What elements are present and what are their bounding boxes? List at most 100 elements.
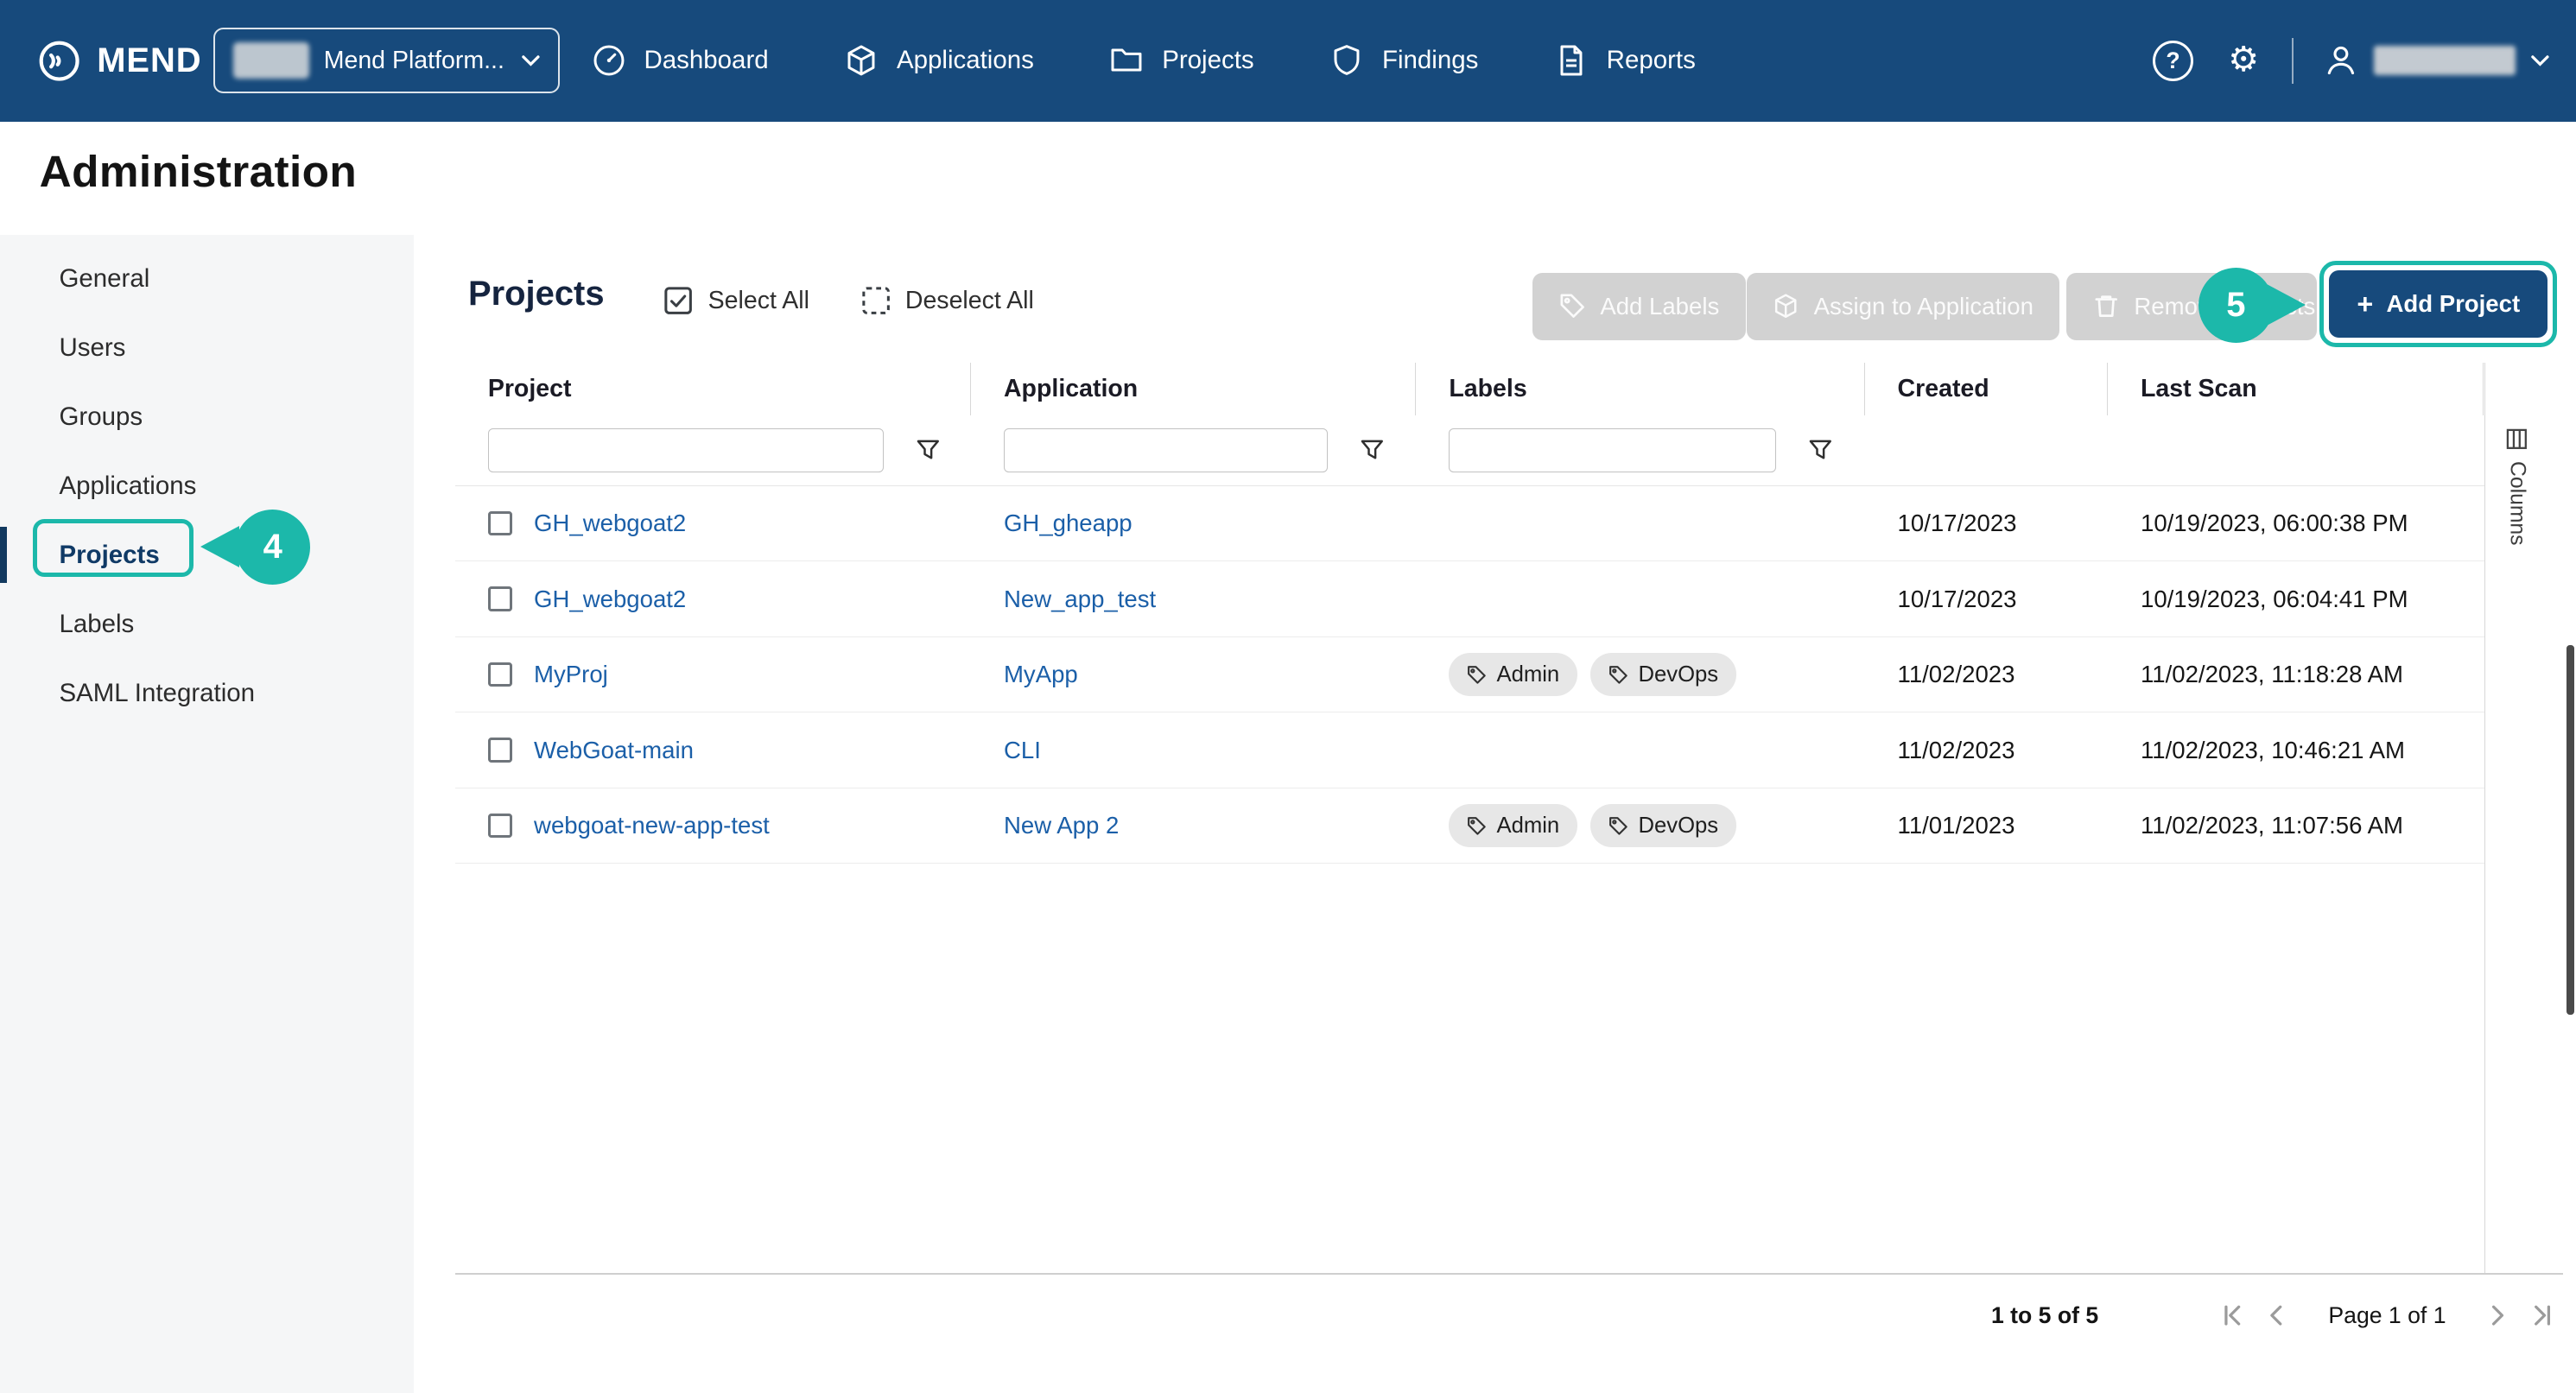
top-navbar: MEND Mend Platform... Dashboard Applicat… (0, 0, 2576, 122)
application-filter-funnel-icon[interactable] (1361, 440, 1384, 461)
labels-filter-funnel-icon[interactable] (1809, 440, 1832, 461)
project-filter-funnel-icon[interactable] (917, 440, 940, 461)
table-row: MyProj MyApp Admin DevOps 11/02/2023 11/… (455, 637, 2484, 712)
last-scan-cell: 10/19/2023, 06:00:38 PM (2108, 486, 2484, 560)
remove-projects-button: Remove Projects (2066, 273, 2316, 340)
columns-panel-toggle[interactable]: Columns (2494, 428, 2540, 546)
tag-icon (1608, 816, 1628, 836)
last-scan-cell: 10/19/2023, 06:04:41 PM (2108, 561, 2484, 636)
label-pill: Admin (1449, 653, 1577, 695)
sidebar-item-label: General (59, 264, 149, 294)
next-page-button[interactable] (2476, 1296, 2518, 1336)
project-link[interactable]: MyProj (534, 661, 608, 688)
sidebar-item-saml-integration[interactable]: SAML Integration (0, 659, 414, 728)
row-checkbox[interactable] (488, 511, 513, 536)
column-header-created: Created (1865, 363, 2108, 415)
add-labels-label: Add Labels (1600, 293, 1719, 320)
application-link[interactable]: New App 2 (1004, 812, 1119, 839)
applications-icon (844, 43, 879, 78)
settings-gear-icon[interactable]: ⚙ (2228, 43, 2259, 78)
application-link[interactable]: New_app_test (1004, 586, 1156, 613)
created-cell: 10/17/2023 (1865, 561, 2108, 636)
last-page-button[interactable] (2518, 1296, 2560, 1336)
row-checkbox[interactable] (488, 662, 513, 687)
redacted-username (2374, 46, 2516, 75)
nav-applications-label: Applications (897, 46, 1034, 75)
sidebar-item-applications[interactable]: Applications (0, 452, 414, 521)
label-pill: Admin (1449, 804, 1577, 846)
created-cell: 10/17/2023 (1865, 486, 2108, 560)
row-checkbox[interactable] (488, 738, 513, 763)
project-link[interactable]: webgoat-new-app-test (534, 812, 770, 839)
row-checkbox[interactable] (488, 814, 513, 839)
pagination: 1 to 5 of 5 Page 1 of 1 (1991, 1296, 2561, 1336)
checked-square-icon (663, 286, 693, 315)
project-link[interactable]: GH_webgoat2 (534, 510, 686, 537)
project-filter-input[interactable] (488, 428, 884, 472)
user-menu[interactable] (2323, 42, 2549, 79)
mend-logo[interactable]: MEND (36, 0, 202, 122)
label-pill-text: DevOps (1638, 814, 1718, 839)
vertical-scrollbar[interactable] (2566, 645, 2575, 1015)
add-project-button[interactable]: + Add Project (2329, 270, 2547, 338)
chevron-down-icon (521, 54, 541, 67)
sidebar-item-users[interactable]: Users (0, 313, 414, 383)
user-icon (2323, 42, 2359, 79)
remove-projects-label: Remove Projects (2134, 293, 2315, 320)
nav-reports[interactable]: Reports (1554, 43, 1696, 78)
trash-icon (2093, 293, 2119, 319)
main-nav: Dashboard Applications Projects (592, 0, 1696, 122)
sidebar-item-label: SAML Integration (59, 679, 255, 708)
sidebar-item-label: Projects (59, 541, 159, 570)
page-header: Administration (0, 122, 2576, 235)
nav-projects[interactable]: Projects (1109, 43, 1253, 78)
pagination-range: 1 to 5 of 5 (1991, 1302, 2098, 1329)
sidebar-item-groups[interactable]: Groups (0, 383, 414, 452)
sidebar-item-projects[interactable]: Projects (0, 521, 414, 590)
last-scan-cell: 11/02/2023, 10:46:21 AM (2108, 712, 2484, 787)
table-row: webgoat-new-app-test New App 2 Admin Dev… (455, 788, 2484, 864)
sidebar-item-label: Groups (59, 402, 143, 432)
add-labels-button: Add Labels (1532, 273, 1745, 340)
help-button[interactable]: ? (2153, 41, 2194, 82)
sidebar-item-labels[interactable]: Labels (0, 590, 414, 659)
page-title: Administration (40, 146, 357, 197)
previous-page-button[interactable] (2256, 1296, 2299, 1336)
cube-icon (1773, 293, 1799, 319)
projects-heading: Projects (468, 275, 605, 313)
nav-dashboard-label: Dashboard (644, 46, 768, 75)
table-row: WebGoat-main CLI 11/02/2023 11/02/2023, … (455, 712, 2484, 788)
table-filter-row (455, 415, 2484, 486)
plus-icon: + (2357, 290, 2373, 318)
sidebar-item-general[interactable]: General (0, 244, 414, 313)
columns-rail-label: Columns (2505, 461, 2529, 546)
select-all-control[interactable]: Select All (663, 286, 809, 315)
labels-filter-input[interactable] (1449, 428, 1775, 472)
last-scan-cell: 11/02/2023, 11:07:56 AM (2108, 788, 2484, 863)
footer-divider (455, 1273, 2563, 1275)
application-link[interactable]: MyApp (1004, 661, 1078, 688)
first-page-button[interactable] (2213, 1296, 2256, 1336)
nav-applications[interactable]: Applications (844, 43, 1034, 78)
org-selector-dropdown[interactable]: Mend Platform... (213, 28, 560, 93)
label-pill-text: Admin (1496, 662, 1559, 687)
nav-findings[interactable]: Findings (1329, 43, 1478, 78)
org-selector-label: Mend Platform... (324, 47, 504, 75)
nav-dashboard[interactable]: Dashboard (592, 43, 769, 78)
pagination-page-label: Page 1 of 1 (2328, 1302, 2446, 1329)
application-link[interactable]: CLI (1004, 737, 1041, 764)
row-checkbox[interactable] (488, 586, 513, 611)
project-link[interactable]: GH_webgoat2 (534, 586, 686, 613)
mend-logo-icon (36, 38, 82, 84)
application-link[interactable]: GH_gheapp (1004, 510, 1133, 537)
application-filter-input[interactable] (1004, 428, 1328, 472)
created-cell: 11/02/2023 (1865, 712, 2108, 787)
project-link[interactable]: WebGoat-main (534, 737, 694, 764)
deselect-all-control[interactable]: Deselect All (861, 286, 1034, 315)
last-scan-cell: 11/02/2023, 11:18:28 AM (2108, 637, 2484, 712)
assign-to-application-button: Assign to Application (1747, 273, 2060, 340)
label-pill: DevOps (1590, 653, 1736, 695)
column-header-last-scan: Last Scan (2108, 363, 2484, 415)
redacted-org-name (233, 42, 308, 79)
sidebar-item-label: Users (59, 333, 125, 363)
